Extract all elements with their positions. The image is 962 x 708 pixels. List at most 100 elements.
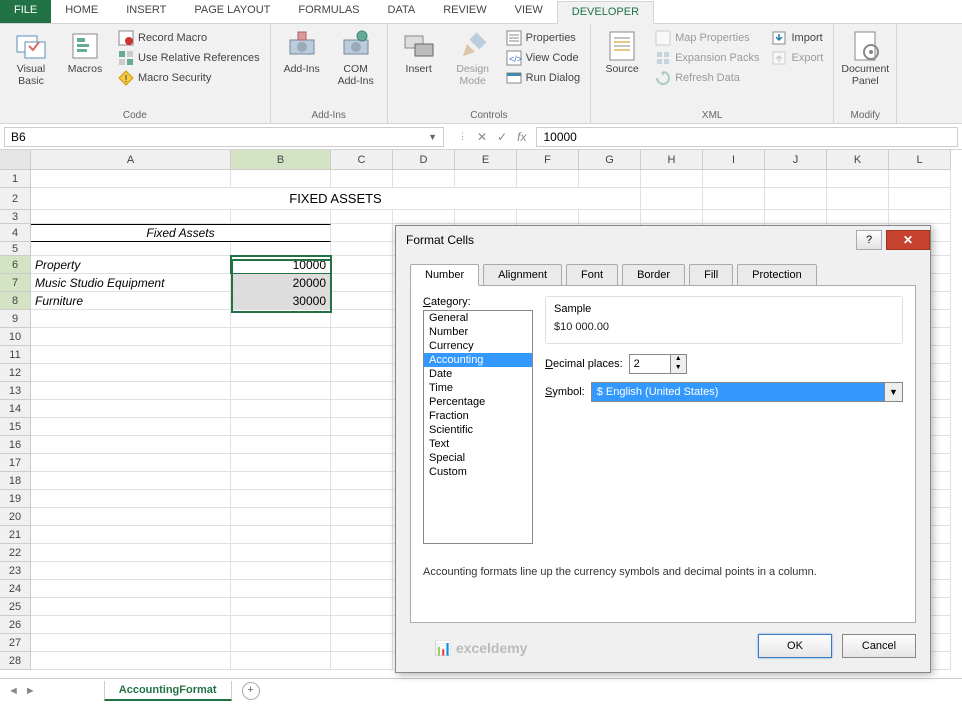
decimal-places-spinner[interactable]: ▲▼ <box>629 354 687 374</box>
add-sheet-button[interactable]: + <box>242 682 260 700</box>
cell-B15[interactable] <box>231 418 331 436</box>
cell-J3[interactable] <box>765 210 827 224</box>
document-panel-button[interactable]: Document Panel <box>840 28 890 108</box>
cell-A24[interactable] <box>31 580 231 598</box>
cell-H3[interactable] <box>641 210 703 224</box>
cell-C7[interactable] <box>331 274 393 292</box>
source-button[interactable]: Source <box>597 28 647 108</box>
cell-C8[interactable] <box>331 292 393 310</box>
row-header-26[interactable]: 26 <box>0 616 31 634</box>
row-header-24[interactable]: 24 <box>0 580 31 598</box>
cell-G3[interactable] <box>579 210 641 224</box>
cell-C25[interactable] <box>331 598 393 616</box>
row-header-14[interactable]: 14 <box>0 400 31 418</box>
category-custom[interactable]: Custom <box>424 465 532 479</box>
row-header-21[interactable]: 21 <box>0 526 31 544</box>
tab-pagelayout[interactable]: PAGE LAYOUT <box>180 0 284 23</box>
row-header-3[interactable]: 3 <box>0 210 31 224</box>
tab-file[interactable]: FILE <box>0 0 51 23</box>
dialog-tab-font[interactable]: Font <box>566 264 618 286</box>
row-header-25[interactable]: 25 <box>0 598 31 616</box>
run-dialog-button[interactable]: Run Dialog <box>502 68 584 88</box>
cell-B5[interactable] <box>231 242 331 256</box>
cell-J1[interactable] <box>765 170 827 188</box>
col-header-B[interactable]: B <box>231 150 331 170</box>
cell-A15[interactable] <box>31 418 231 436</box>
export-button[interactable]: Export <box>767 48 827 68</box>
cell-A5[interactable] <box>31 242 231 256</box>
view-code-button[interactable]: </>View Code <box>502 48 584 68</box>
cell-C3[interactable] <box>331 210 393 224</box>
cell-F3[interactable] <box>517 210 579 224</box>
category-fraction[interactable]: Fraction <box>424 409 532 423</box>
category-time[interactable]: Time <box>424 381 532 395</box>
sheet-nav[interactable]: ◄► <box>0 685 44 697</box>
row-header-23[interactable]: 23 <box>0 562 31 580</box>
refresh-data-button[interactable]: Refresh Data <box>651 68 763 88</box>
category-date[interactable]: Date <box>424 367 532 381</box>
tab-developer[interactable]: DEVELOPER <box>557 1 654 24</box>
cell-C10[interactable] <box>331 328 393 346</box>
formula-input[interactable]: 10000 <box>536 127 958 147</box>
cell-B21[interactable] <box>231 526 331 544</box>
row-header-18[interactable]: 18 <box>0 472 31 490</box>
tab-home[interactable]: HOME <box>51 0 112 23</box>
cell-C14[interactable] <box>331 400 393 418</box>
cell-A23[interactable] <box>31 562 231 580</box>
row-header-6[interactable]: 6 <box>0 256 31 274</box>
cell-C15[interactable] <box>331 418 393 436</box>
cell-A18[interactable] <box>31 472 231 490</box>
cell-A28[interactable] <box>31 652 231 670</box>
cell-B19[interactable] <box>231 490 331 508</box>
row-header-19[interactable]: 19 <box>0 490 31 508</box>
tab-view[interactable]: VIEW <box>501 0 557 23</box>
expansion-packs-button[interactable]: Expansion Packs <box>651 48 763 68</box>
cell-H2[interactable] <box>641 188 703 210</box>
cell-I1[interactable] <box>703 170 765 188</box>
cancel-button[interactable]: Cancel <box>842 634 916 658</box>
cell-B28[interactable] <box>231 652 331 670</box>
row-header-16[interactable]: 16 <box>0 436 31 454</box>
addins-button[interactable]: Add-Ins <box>277 28 327 108</box>
record-macro-button[interactable]: Record Macro <box>114 28 264 48</box>
cell-A13[interactable] <box>31 382 231 400</box>
cell-C27[interactable] <box>331 634 393 652</box>
insert-control-button[interactable]: Insert <box>394 28 444 108</box>
cell-L3[interactable] <box>889 210 951 224</box>
cell-B20[interactable] <box>231 508 331 526</box>
col-header-I[interactable]: I <box>703 150 765 170</box>
namebox-dropdown-icon[interactable]: ▼ <box>428 132 437 142</box>
category-currency[interactable]: Currency <box>424 339 532 353</box>
row-header-11[interactable]: 11 <box>0 346 31 364</box>
cell-C16[interactable] <box>331 436 393 454</box>
cell-A22[interactable] <box>31 544 231 562</box>
cell-C24[interactable] <box>331 580 393 598</box>
cell-C11[interactable] <box>331 346 393 364</box>
cell-C12[interactable] <box>331 364 393 382</box>
cell-A2[interactable]: FIXED ASSETS <box>31 188 641 210</box>
fx-icon[interactable]: fx <box>517 130 526 144</box>
com-addins-button[interactable]: COM Add-Ins <box>331 28 381 108</box>
row-header-13[interactable]: 13 <box>0 382 31 400</box>
row-header-17[interactable]: 17 <box>0 454 31 472</box>
col-header-D[interactable]: D <box>393 150 455 170</box>
cell-C28[interactable] <box>331 652 393 670</box>
cell-C5[interactable] <box>331 242 393 256</box>
name-box[interactable]: B6▼ <box>4 127 444 147</box>
enter-formula-icon[interactable]: ✓ <box>497 130 507 144</box>
cell-C6[interactable] <box>331 256 393 274</box>
row-header-4[interactable]: 4 <box>0 224 31 242</box>
macro-security-button[interactable]: !Macro Security <box>114 68 264 88</box>
cell-B18[interactable] <box>231 472 331 490</box>
col-header-L[interactable]: L <box>889 150 951 170</box>
map-properties-button[interactable]: Map Properties <box>651 28 763 48</box>
import-button[interactable]: Import <box>767 28 827 48</box>
dialog-titlebar[interactable]: Format Cells ? ✕ <box>396 226 930 254</box>
cell-B25[interactable] <box>231 598 331 616</box>
use-relative-button[interactable]: Use Relative References <box>114 48 264 68</box>
cell-B1[interactable] <box>231 170 331 188</box>
cell-B13[interactable] <box>231 382 331 400</box>
cell-G1[interactable] <box>579 170 641 188</box>
col-header-K[interactable]: K <box>827 150 889 170</box>
cell-C1[interactable] <box>331 170 393 188</box>
